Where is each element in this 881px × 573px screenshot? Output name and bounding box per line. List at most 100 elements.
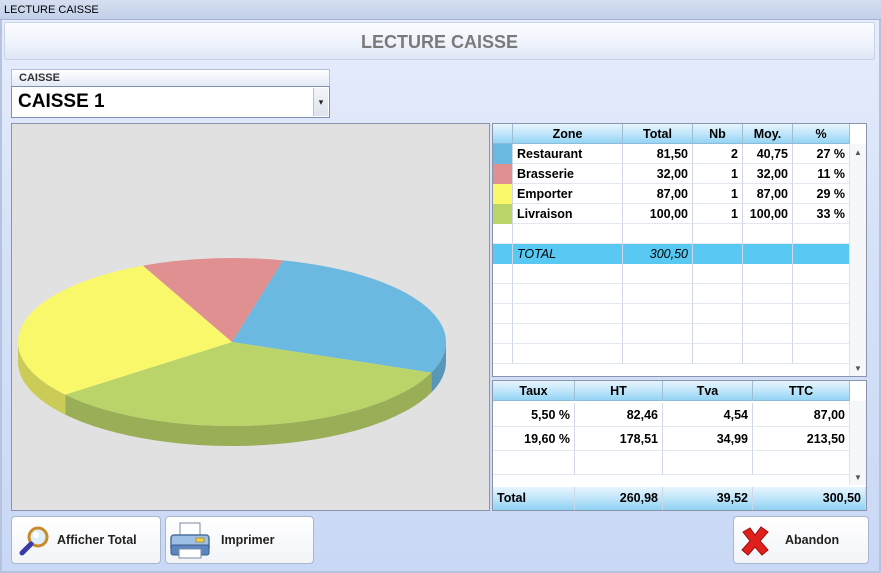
empty-cell [743, 284, 793, 304]
table-row[interactable]: Restaurant 81,50 2 40,75 27 % [493, 144, 850, 164]
tax-cell-taux: 5,50 % [493, 403, 575, 427]
zone-cell-zone: Emporter [513, 184, 623, 204]
empty-cell [743, 224, 793, 244]
zone-cell-pct: 11 % [793, 164, 850, 184]
table-row[interactable]: Brasserie 32,00 1 32,00 11 % [493, 164, 850, 184]
zone-table-scrollbar[interactable]: ▲ ▼ [849, 144, 866, 376]
col-taux[interactable]: Taux [493, 381, 575, 401]
scroll-down-icon[interactable]: ▼ [850, 473, 866, 482]
table-row[interactable] [493, 284, 850, 304]
zone-cell-nb: 2 [693, 144, 743, 164]
page-title: LECTURE CAISSE [4, 22, 875, 60]
empty-cell [513, 264, 623, 284]
empty-cell [693, 264, 743, 284]
zone-cell-moy: 32,00 [743, 164, 793, 184]
tax-cell-tva: 34,99 [663, 427, 753, 451]
empty-cell [513, 324, 623, 344]
tax-cell-taux: 19,60 % [493, 427, 575, 451]
col-tva[interactable]: Tva [663, 381, 753, 401]
tax-total-ht: 260,98 [575, 487, 663, 510]
zone-cell-nb: 1 [693, 184, 743, 204]
table-row[interactable] [493, 324, 850, 344]
empty-cell [623, 344, 693, 364]
tax-cell-tva: 4,54 [663, 403, 753, 427]
red-x-icon [741, 526, 769, 556]
col-total[interactable]: Total [623, 124, 693, 144]
col-moy[interactable]: Moy. [743, 124, 793, 144]
zone-total-label: TOTAL [513, 244, 623, 264]
table-row[interactable]: 5,50 % 82,46 4,54 87,00 [493, 403, 850, 427]
empty-cell [793, 344, 850, 364]
scroll-up-icon[interactable]: ▲ [850, 144, 866, 157]
afficher-total-button[interactable]: Afficher Total [11, 516, 161, 564]
tax-table-header: Taux HT Tva TTC [493, 381, 850, 401]
tax-table-scrollbar[interactable]: ▼ [849, 401, 866, 485]
col-ttc[interactable]: TTC [753, 381, 850, 401]
zone-cell-moy: 40,75 [743, 144, 793, 164]
col-ht[interactable]: HT [575, 381, 663, 401]
empty-cell [513, 284, 623, 304]
tax-cell-ttc: 213,50 [753, 427, 850, 451]
empty-cell [793, 324, 850, 344]
empty-cell [493, 224, 513, 244]
table-row[interactable]: 19,60 % 178,51 34,99 213,50 [493, 427, 850, 451]
window-titlebar: LECTURE CAISSE [0, 0, 881, 20]
zone-color-swatch [493, 184, 513, 204]
empty-cell [623, 224, 693, 244]
tax-cell-ht: 82,46 [575, 403, 663, 427]
empty-cell [693, 224, 743, 244]
tax-total-tva: 39,52 [663, 487, 753, 510]
zone-total-row[interactable]: TOTAL 300,50 [493, 244, 850, 264]
col-nb[interactable]: Nb [693, 124, 743, 144]
empty-cell [743, 304, 793, 324]
caisse-select[interactable]: CAISSE 1 ▾ [11, 86, 330, 118]
tax-total-ttc: 300,50 [753, 487, 866, 510]
magnifier-icon [19, 526, 49, 556]
table-row[interactable] [493, 224, 850, 244]
empty-cell [493, 324, 513, 344]
abandon-button[interactable]: Abandon [733, 516, 869, 564]
caisse-label: CAISSE [11, 69, 330, 86]
imprimer-button[interactable]: Imprimer [165, 516, 314, 564]
chevron-down-icon[interactable]: ▾ [313, 88, 328, 116]
pie-chart-panel [11, 123, 490, 511]
pie-chart [17, 258, 446, 447]
zone-cell-total: 87,00 [623, 184, 693, 204]
zone-cell-total: 81,50 [623, 144, 693, 164]
zone-cell-nb: 1 [693, 204, 743, 224]
empty-cell [623, 304, 693, 324]
scroll-down-icon[interactable]: ▼ [850, 364, 866, 373]
zone-color-swatch [493, 164, 513, 184]
zone-cell-pct: 29 % [793, 184, 850, 204]
zone-table-header: Zone Total Nb Moy. % [493, 124, 850, 144]
zone-cell-pct: 33 % [793, 204, 850, 224]
zone-table: Zone Total Nb Moy. % Restaurant 81,50 2 40,… [492, 123, 867, 377]
empty-cell [693, 304, 743, 324]
empty-cell [513, 304, 623, 324]
col-pct[interactable]: % [793, 124, 850, 144]
zone-cell-zone: Restaurant [513, 144, 623, 164]
empty-cell [743, 324, 793, 344]
table-row[interactable] [493, 344, 850, 364]
tax-total-label: Total [493, 487, 575, 510]
window-title: LECTURE CAISSE [4, 4, 99, 16]
empty-cell [513, 224, 623, 244]
empty-cell [623, 264, 693, 284]
empty-cell [793, 284, 850, 304]
table-row[interactable] [493, 264, 850, 284]
table-row[interactable]: Emporter 87,00 1 87,00 29 % [493, 184, 850, 204]
empty-cell [793, 224, 850, 244]
zone-cell-total: 100,00 [623, 204, 693, 224]
printer-icon [170, 522, 210, 559]
empty-cell [493, 264, 513, 284]
empty-cell [493, 304, 513, 324]
empty-cell [493, 344, 513, 364]
table-row[interactable] [493, 304, 850, 324]
table-row[interactable]: Livraison 100,00 1 100,00 33 % [493, 204, 850, 224]
zone-cell-pct: 27 % [793, 144, 850, 164]
col-zone[interactable]: Zone [513, 124, 623, 144]
abandon-label: Abandon [785, 533, 840, 547]
table-row[interactable] [493, 451, 850, 475]
zone-cell-zone: Brasserie [513, 164, 623, 184]
empty-cell [693, 344, 743, 364]
